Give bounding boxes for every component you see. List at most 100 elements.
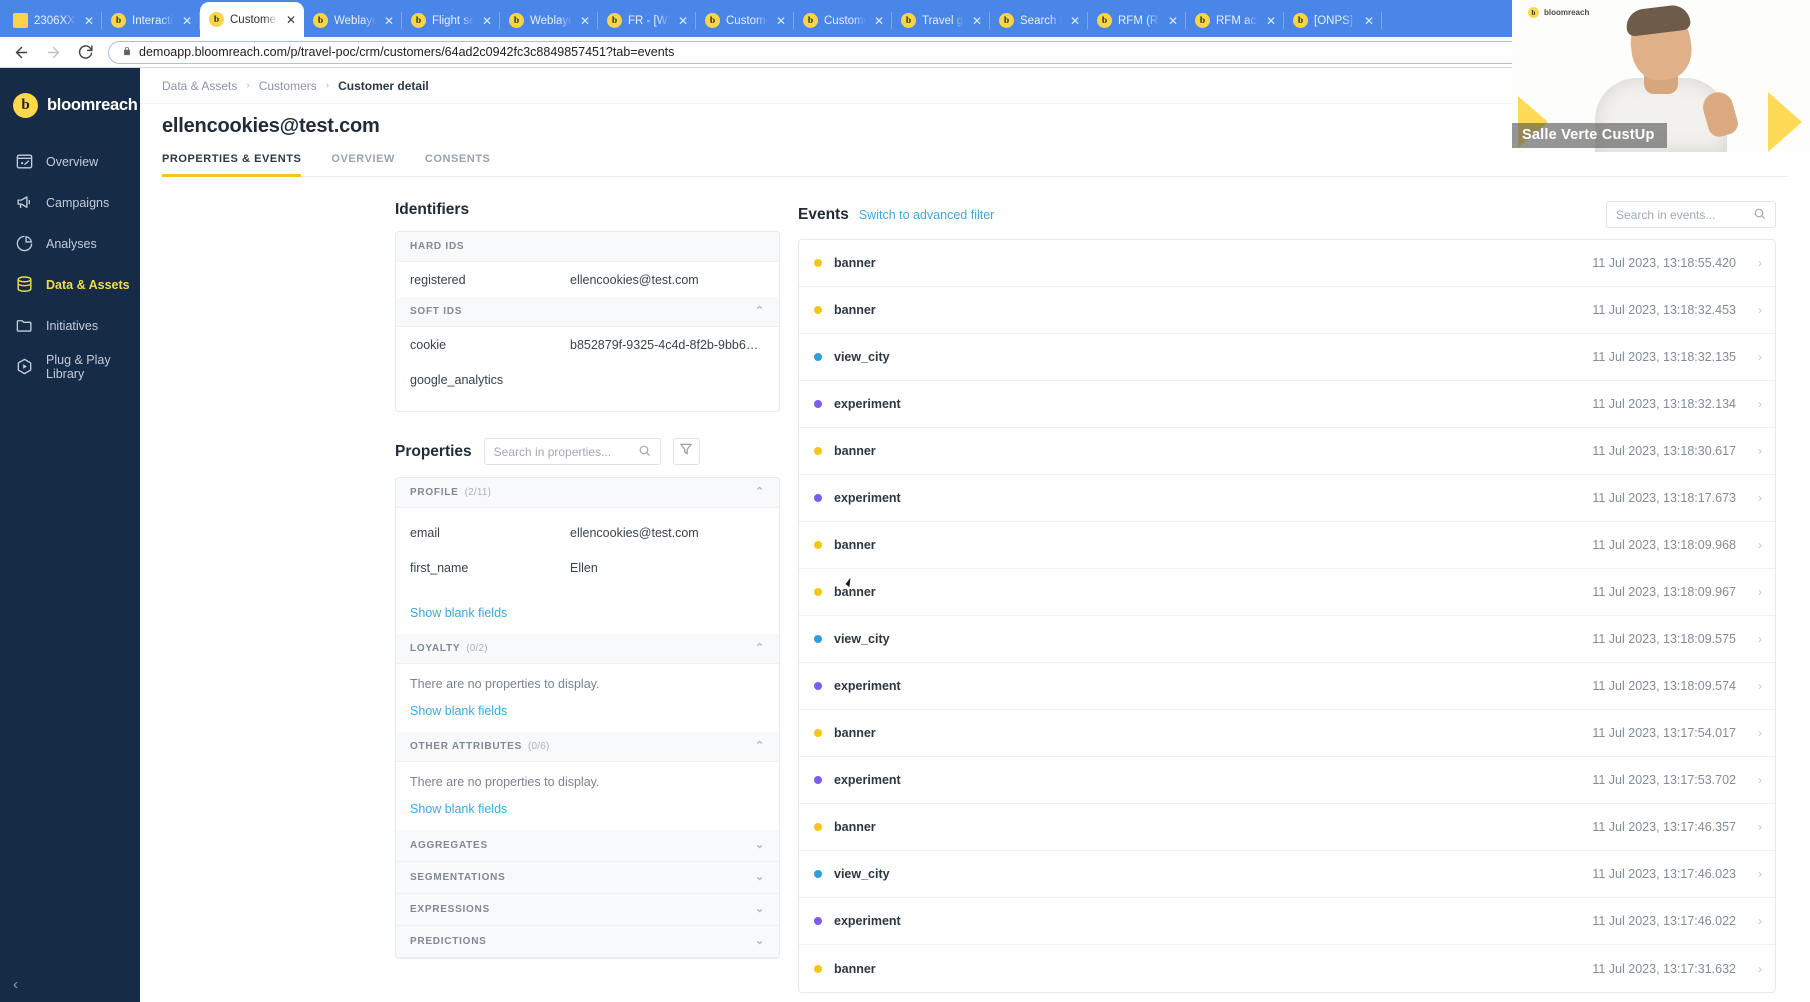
close-icon[interactable]: ✕	[382, 14, 396, 28]
chevron-right-icon[interactable]: ›	[1758, 820, 1762, 834]
chevron-right-icon[interactable]: ›	[1758, 773, 1762, 787]
event-row[interactable]: banner 11 Jul 2023, 13:18:09.967 ›	[799, 569, 1775, 616]
tab-properties-events[interactable]: PROPERTIES & EVENTS	[162, 153, 302, 177]
browser-tab[interactable]: b Weblayer ✕	[304, 4, 402, 37]
event-row[interactable]: banner 11 Jul 2023, 13:17:54.017 ›	[799, 710, 1775, 757]
chevron-up-icon[interactable]: ⌃	[755, 741, 765, 752]
sidebar-item-campaigns[interactable]: Campaigns	[0, 182, 140, 223]
chevron-right-icon[interactable]: ›	[1758, 491, 1762, 505]
sidebar-item-plug-play-library[interactable]: Plug & Play Library	[0, 346, 140, 387]
browser-tab[interactable]: b Custome ✕	[794, 4, 892, 37]
close-icon[interactable]: ✕	[284, 13, 298, 27]
chevron-right-icon[interactable]: ›	[1758, 350, 1762, 364]
event-row[interactable]: experiment 11 Jul 2023, 13:17:46.022 ›	[799, 898, 1775, 945]
chevron-down-icon[interactable]: ⌄	[755, 936, 765, 947]
breadcrumb-item[interactable]: Customers	[259, 79, 317, 93]
tab-consents[interactable]: CONSENTS	[425, 153, 491, 177]
events-search-input[interactable]: Search in events...	[1606, 201, 1776, 228]
properties-search-input[interactable]: Search in properties...	[483, 438, 661, 465]
property-group-header-collapsed[interactable]: EXPRESSIONS ⌄	[396, 894, 779, 926]
event-row[interactable]: experiment 11 Jul 2023, 13:18:09.574 ›	[799, 663, 1775, 710]
sidebar-item-initiatives[interactable]: Initiatives	[0, 305, 140, 346]
chevron-right-icon[interactable]: ›	[1758, 585, 1762, 599]
chevron-right-icon[interactable]: ›	[1758, 632, 1762, 646]
forward-button[interactable]	[44, 43, 63, 62]
event-row[interactable]: experiment 11 Jul 2023, 13:18:17.673 ›	[799, 475, 1775, 522]
tab-overview[interactable]: OVERVIEW	[331, 153, 395, 177]
event-row[interactable]: banner 11 Jul 2023, 13:18:09.968 ›	[799, 522, 1775, 569]
chevron-right-icon[interactable]: ›	[1758, 914, 1762, 928]
close-icon[interactable]: ✕	[1362, 14, 1376, 28]
event-row[interactable]: experiment 11 Jul 2023, 13:18:32.134 ›	[799, 381, 1775, 428]
browser-tab[interactable]: b Custome ✕	[696, 4, 794, 37]
video-overlay[interactable]: b bloomreach Salle Verte CustUp	[1512, 0, 1810, 152]
chevron-right-icon[interactable]: ›	[1758, 538, 1762, 552]
brand-logo[interactable]: b bloomreach	[0, 68, 140, 126]
chevron-right-icon[interactable]: ›	[1758, 679, 1762, 693]
chevron-right-icon[interactable]: ›	[1758, 726, 1762, 740]
browser-tab[interactable]: b Interacti ✕	[102, 4, 200, 37]
close-icon[interactable]: ✕	[774, 14, 788, 28]
event-row[interactable]: view_city 11 Jul 2023, 13:18:09.575 ›	[799, 616, 1775, 663]
event-row[interactable]: banner 11 Jul 2023, 13:17:46.357 ›	[799, 804, 1775, 851]
breadcrumb-item[interactable]: Data & Assets	[162, 79, 237, 93]
close-icon[interactable]: ✕	[872, 14, 886, 28]
close-icon[interactable]: ✕	[180, 14, 194, 28]
close-icon[interactable]: ✕	[82, 14, 96, 28]
browser-tab[interactable]: b Search b ✕	[990, 4, 1088, 37]
sidebar-item-data-assets[interactable]: Data & Assets	[0, 264, 140, 305]
chevron-right-icon[interactable]: ›	[1758, 303, 1762, 317]
event-row[interactable]: banner 11 Jul 2023, 13:18:30.617 ›	[799, 428, 1775, 475]
reload-button[interactable]	[76, 43, 95, 62]
show-blank-fields-link[interactable]: Show blank fields	[396, 597, 779, 634]
chevron-right-icon[interactable]: ›	[1758, 962, 1762, 976]
properties-filter-button[interactable]	[672, 438, 700, 465]
back-button[interactable]	[12, 43, 31, 62]
event-row[interactable]: experiment 11 Jul 2023, 13:17:53.702 ›	[799, 757, 1775, 804]
identifier-group-header[interactable]: SOFT IDS ⌃	[396, 297, 779, 327]
browser-tab[interactable]: b RFM acti ✕	[1186, 4, 1284, 37]
property-group-header[interactable]: LOYALTY (0/2) ⌃	[396, 634, 779, 664]
event-row[interactable]: view_city 11 Jul 2023, 13:17:46.023 ›	[799, 851, 1775, 898]
close-icon[interactable]: ✕	[1264, 14, 1278, 28]
close-icon[interactable]: ✕	[480, 14, 494, 28]
close-icon[interactable]: ✕	[970, 14, 984, 28]
chevron-down-icon[interactable]: ⌄	[755, 904, 765, 915]
sidebar-collapse-button[interactable]: ‹	[13, 976, 18, 993]
close-icon[interactable]: ✕	[1068, 14, 1082, 28]
browser-tab[interactable]: b [ONPS] ✕	[1284, 4, 1382, 37]
close-icon[interactable]: ✕	[1166, 14, 1180, 28]
browser-tab[interactable]: b Weblayer ✕	[500, 4, 598, 37]
chevron-up-icon[interactable]: ⌃	[755, 643, 765, 654]
browser-tab[interactable]: b Custome ✕	[200, 2, 304, 37]
identifier-group-header[interactable]: HARD IDS	[396, 232, 779, 262]
event-row[interactable]: banner 11 Jul 2023, 13:18:55.420 ›	[799, 240, 1775, 287]
browser-tab[interactable]: 2306XX ✕	[4, 4, 102, 37]
chevron-up-icon[interactable]: ⌃	[755, 306, 765, 317]
chevron-right-icon[interactable]: ›	[1758, 444, 1762, 458]
chevron-right-icon[interactable]: ›	[1758, 397, 1762, 411]
switch-to-advanced-filter-link[interactable]: Switch to advanced filter	[859, 208, 995, 222]
sidebar-item-analyses[interactable]: Analyses	[0, 223, 140, 264]
event-row[interactable]: banner 11 Jul 2023, 13:18:32.453 ›	[799, 287, 1775, 334]
browser-tab[interactable]: b RFM (Re ✕	[1088, 4, 1186, 37]
show-blank-fields-link[interactable]: Show blank fields	[396, 695, 779, 732]
close-icon[interactable]: ✕	[676, 14, 690, 28]
browser-tab[interactable]: b Flight se ✕	[402, 4, 500, 37]
chevron-up-icon[interactable]: ⌃	[755, 487, 765, 498]
property-group-header[interactable]: PROFILE (2/11) ⌃	[396, 478, 779, 508]
sidebar-item-overview[interactable]: Overview	[0, 141, 140, 182]
property-group-header-collapsed[interactable]: SEGMENTATIONS ⌄	[396, 862, 779, 894]
browser-tab[interactable]: b FR - [W: ✕	[598, 4, 696, 37]
close-icon[interactable]: ✕	[578, 14, 592, 28]
property-group-header-collapsed[interactable]: PREDICTIONS ⌄	[396, 926, 779, 958]
event-row[interactable]: banner 11 Jul 2023, 13:17:31.632 ›	[799, 945, 1775, 992]
chevron-right-icon[interactable]: ›	[1758, 867, 1762, 881]
property-group-header-collapsed[interactable]: AGGREGATES ⌄	[396, 830, 779, 862]
property-group-header[interactable]: OTHER ATTRIBUTES (0/6) ⌃	[396, 732, 779, 762]
chevron-down-icon[interactable]: ⌄	[755, 872, 765, 883]
chevron-right-icon[interactable]: ›	[1758, 256, 1762, 270]
event-row[interactable]: view_city 11 Jul 2023, 13:18:32.135 ›	[799, 334, 1775, 381]
show-blank-fields-link[interactable]: Show blank fields	[396, 793, 779, 830]
browser-tab[interactable]: b Travel gu ✕	[892, 4, 990, 37]
